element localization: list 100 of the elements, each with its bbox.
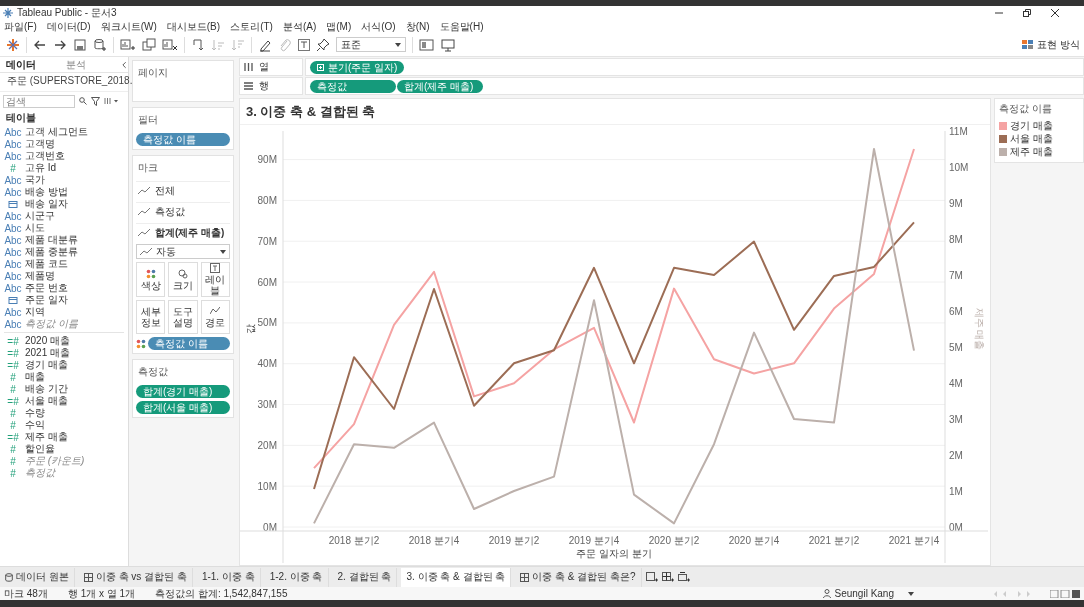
pane-tab[interactable]: 분석 bbox=[60, 57, 121, 72]
marks-button[interactable]: 색상 bbox=[136, 262, 166, 297]
field-name[interactable]: 고유 Id bbox=[25, 161, 57, 175]
field-name[interactable]: 고객명 bbox=[25, 137, 55, 151]
sheet-tab[interactable]: 2. 결합된 축 bbox=[332, 567, 398, 587]
legend-label[interactable]: 제주 매출 bbox=[1010, 144, 1053, 159]
expand-icon[interactable] bbox=[317, 63, 324, 71]
pin-icon[interactable] bbox=[316, 37, 330, 52]
field-name[interactable]: 2020 매출 bbox=[25, 334, 71, 348]
field-name[interactable]: 배송 일자 bbox=[25, 197, 68, 211]
datasource-name[interactable]: 주문 (SUPERSTORE_2018... bbox=[7, 73, 138, 88]
menu-item[interactable]: 도움말(H) bbox=[439, 19, 484, 34]
view-toggle-icon[interactable] bbox=[1050, 589, 1080, 598]
legend-label[interactable]: 경기 매출 bbox=[1010, 118, 1053, 133]
color-pill[interactable]: 측정값 이름 bbox=[148, 337, 230, 350]
measure-pill[interactable]: 합계(경기 매출) bbox=[136, 385, 230, 398]
legend-label[interactable]: 서울 매출 bbox=[1010, 131, 1053, 146]
menu-item[interactable]: 맵(M) bbox=[326, 19, 352, 34]
duplicate-icon[interactable] bbox=[142, 37, 156, 52]
field-name[interactable]: 측정값 bbox=[25, 466, 55, 480]
marks-button[interactable]: 세부 정보 bbox=[136, 300, 166, 334]
new-story-icon[interactable] bbox=[677, 571, 690, 583]
new-sheet-icon[interactable] bbox=[120, 37, 136, 52]
field-name[interactable]: 고객번호 bbox=[25, 149, 65, 163]
marks-layer[interactable]: 측정값 bbox=[136, 202, 230, 220]
field-name[interactable]: 매출 bbox=[25, 370, 45, 384]
paperclip-icon[interactable] bbox=[278, 37, 292, 52]
sheet-tab[interactable]: 이중 축 vs 결합된 축 bbox=[78, 567, 193, 587]
field-name[interactable]: 배송 기간 bbox=[25, 382, 68, 396]
search-icon[interactable] bbox=[79, 97, 87, 105]
user-menu[interactable]: Seungil Kang bbox=[834, 588, 914, 599]
new-dashboard-icon[interactable] bbox=[661, 571, 674, 583]
field-name[interactable]: 주문 번호 bbox=[25, 281, 68, 295]
filter-pill[interactable]: 측정값 이름 bbox=[136, 133, 230, 146]
sheet-tab[interactable]: 데이터 원본 bbox=[0, 567, 75, 587]
axis-tick-label: 11M bbox=[949, 127, 968, 137]
card-layout-icon[interactable] bbox=[419, 37, 435, 52]
field-name[interactable]: 경기 매출 bbox=[25, 358, 68, 372]
sheet-tab[interactable]: 1-2. 이중 축 bbox=[264, 567, 329, 587]
menu-item[interactable]: 창(N) bbox=[405, 19, 430, 34]
marks-button[interactable]: 크기 bbox=[168, 262, 198, 297]
marks-button[interactable]: 도구 설명 bbox=[168, 300, 198, 334]
field-name[interactable]: 국가 bbox=[25, 173, 45, 187]
field-name[interactable]: 제품 중분류 bbox=[25, 245, 78, 259]
tableau-logo-icon[interactable] bbox=[6, 37, 20, 52]
save-icon[interactable] bbox=[73, 37, 87, 52]
menu-item[interactable]: 대시보드(B) bbox=[166, 19, 221, 34]
field-name[interactable]: 제주 매출 bbox=[25, 430, 68, 444]
menu-item[interactable]: 서식(O) bbox=[361, 19, 396, 34]
marks-layer[interactable]: 합계(제주 매출) bbox=[136, 223, 230, 241]
clear-sheet-icon[interactable] bbox=[162, 37, 178, 52]
field-name[interactable]: 제품 코드 bbox=[25, 257, 68, 271]
view-options-icon[interactable] bbox=[104, 97, 118, 105]
field-name[interactable]: 수량 bbox=[25, 406, 45, 420]
close-icon[interactable] bbox=[1050, 8, 1060, 18]
text-label-icon[interactable] bbox=[298, 38, 310, 51]
menu-item[interactable]: 데이터(D) bbox=[46, 19, 91, 34]
type-icon: Abc bbox=[4, 234, 22, 246]
columns-icon bbox=[244, 63, 253, 71]
shelf-pill[interactable]: 분기(주문 일자) bbox=[310, 60, 405, 74]
filter-icon[interactable] bbox=[91, 96, 100, 106]
shelf-pill[interactable]: 합계(제주 매출) bbox=[397, 79, 483, 93]
field-name[interactable]: 측정값 이름 bbox=[25, 317, 78, 331]
sheet-tab[interactable]: 3. 이중 축 & 결합된 축 bbox=[401, 567, 512, 587]
sheet-tab[interactable]: 1-1. 이중 축 bbox=[196, 567, 261, 587]
field-name[interactable]: 주문 (카운트) bbox=[25, 454, 85, 468]
field-name[interactable]: 제품명 bbox=[25, 269, 55, 283]
field-name[interactable]: 주문 일자 bbox=[25, 293, 68, 307]
field-name[interactable]: 고객 세그먼트 bbox=[25, 125, 88, 139]
measure-pill[interactable]: 합계(서울 매출) bbox=[136, 401, 230, 414]
color-dots-icon bbox=[136, 338, 146, 349]
field-name[interactable]: 할인율 bbox=[25, 442, 55, 456]
add-datasource-icon[interactable] bbox=[93, 37, 107, 52]
marks-button[interactable]: 경로 bbox=[200, 300, 230, 334]
fit-dropdown[interactable]: 표준 bbox=[336, 37, 406, 52]
field-name[interactable]: 수익 bbox=[25, 418, 45, 432]
swap-icon[interactable] bbox=[191, 37, 205, 52]
menu-item[interactable]: 파일(F) bbox=[4, 19, 37, 34]
menu-item[interactable]: 스토리(T) bbox=[230, 19, 273, 34]
mark-type-dropdown[interactable]: 자동 bbox=[136, 244, 230, 259]
field-name[interactable]: 지역 bbox=[25, 305, 45, 319]
field-name[interactable]: 서울 매출 bbox=[25, 394, 68, 408]
search-field[interactable]: 검색 bbox=[3, 94, 75, 108]
collapse-icon[interactable] bbox=[120, 60, 128, 69]
pane-tab[interactable]: 데이터 bbox=[0, 57, 61, 72]
menu-item[interactable]: 분석(A) bbox=[282, 19, 317, 34]
field-name[interactable]: 시군구 bbox=[25, 209, 55, 223]
field-name[interactable]: 시도 bbox=[25, 221, 45, 235]
presentation-icon[interactable] bbox=[441, 37, 455, 52]
menu-item[interactable]: 워크시트(W) bbox=[100, 19, 157, 34]
shelf-pill[interactable]: 측정값 bbox=[310, 79, 396, 93]
sheet-tab[interactable]: 이중 축 & 결합된 축은? bbox=[515, 567, 642, 587]
show-me-button[interactable]: 표현 방식 bbox=[1022, 37, 1080, 52]
restore-icon[interactable] bbox=[1022, 8, 1032, 18]
field-name[interactable]: 2021 매출 bbox=[25, 346, 71, 360]
field-name[interactable]: 배송 방법 bbox=[25, 185, 68, 199]
marks-layer[interactable]: 전체 bbox=[136, 181, 230, 199]
marks-button[interactable]: 레이블 bbox=[200, 262, 230, 297]
new-sheet-icon[interactable] bbox=[645, 571, 658, 583]
field-name[interactable]: 제품 대분류 bbox=[25, 233, 78, 247]
